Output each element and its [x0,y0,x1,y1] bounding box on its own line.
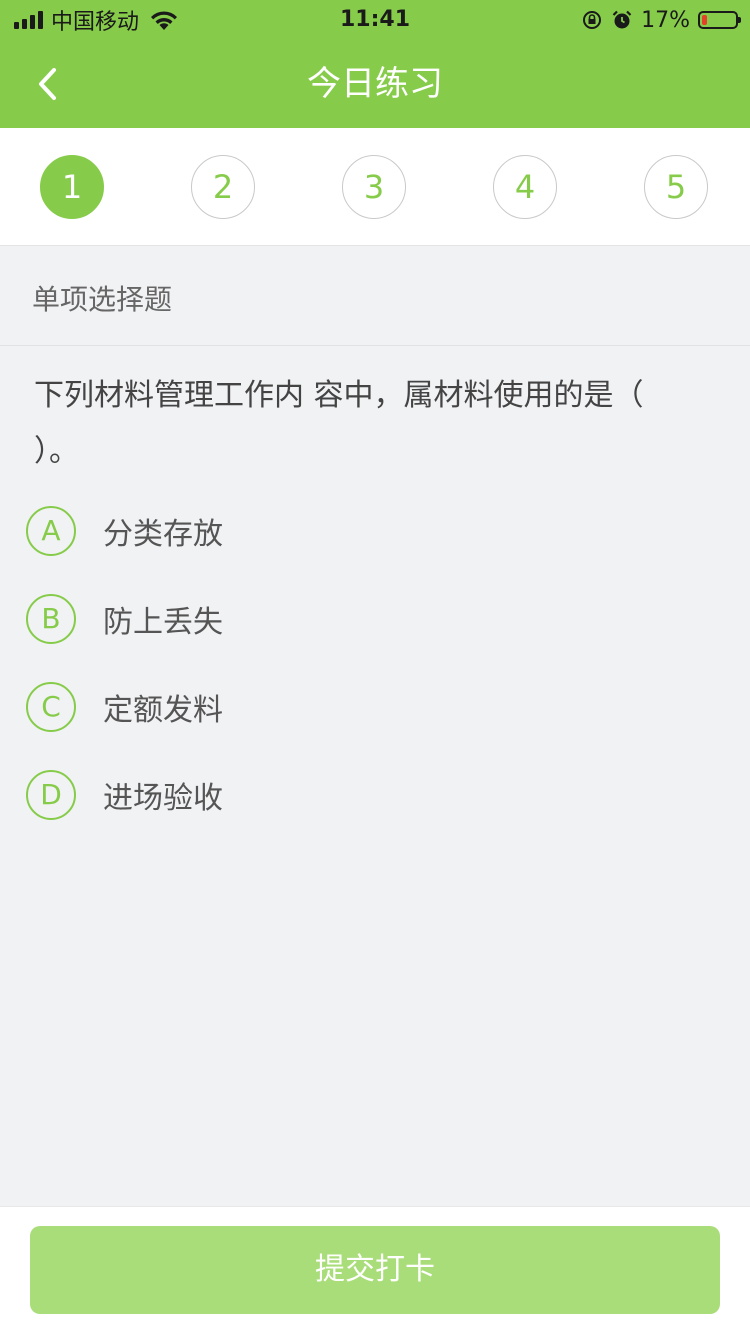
submit-checkin-button[interactable]: 提交打卡 [30,1226,720,1314]
option-d-letter: D [26,770,76,820]
page-title: 今日练习 [307,64,443,104]
question-text: 下列材料管理工作内 容中，属材料使用的是（ ）。 [34,378,644,469]
option-b-letter: B [26,594,76,644]
option-c[interactable]: C 定额发料 [26,681,626,733]
battery-fill [702,15,707,25]
step-2[interactable]: 2 [191,155,255,219]
option-a[interactable]: A 分类存放 [26,505,626,557]
step-5[interactable]: 5 [644,155,708,219]
option-c-text: 定额发料 [103,693,223,728]
option-b-text: 防上丢失 [103,605,223,640]
alarm-icon [612,10,632,29]
option-a-text: 分类存放 [103,517,223,552]
option-c-letter: C [26,682,76,732]
status-right: 17% [581,6,741,34]
section-header: 单项选择题 [0,246,750,346]
step-3[interactable]: 3 [342,155,406,219]
rotation-lock-icon [583,11,602,29]
option-a-letter: A [26,506,76,556]
question-type-label: 单项选择题 [32,283,173,316]
question-step-indicator: 1 2 3 4 5 [0,128,750,246]
option-b[interactable]: B 防上丢失 [26,593,626,645]
option-d[interactable]: D 进场验收 [26,769,626,821]
nav-bar: 今日练习 [0,40,750,128]
battery-icon [698,11,741,29]
bottom-bar: 提交打卡 [0,1206,750,1334]
option-d-text: 进场验收 [103,781,223,816]
battery-percent: 17% [641,7,690,33]
step-1[interactable]: 1 [40,155,104,219]
status-bar: 中国移动 11:41 17% [0,0,750,40]
step-4[interactable]: 4 [493,155,557,219]
